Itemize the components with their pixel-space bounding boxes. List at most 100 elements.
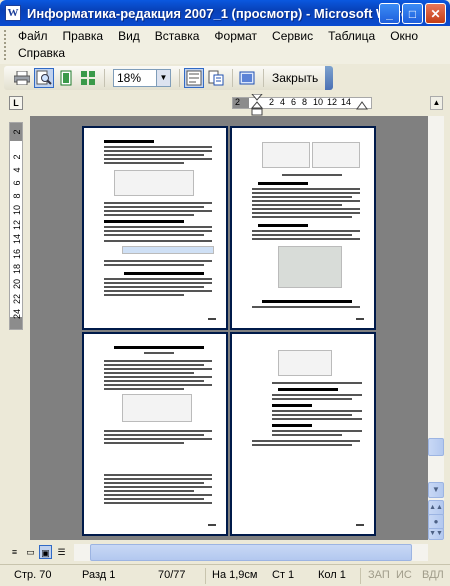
page-number-mark	[208, 524, 216, 526]
normal-view-button[interactable]: ≡	[8, 545, 21, 559]
ruler-number: 4	[280, 97, 286, 107]
status-position: На 1,9см	[212, 569, 258, 581]
status-record-macro[interactable]: ЗАП	[368, 569, 390, 581]
preview-page-2[interactable]	[230, 126, 376, 330]
ruler-number: 12	[327, 97, 338, 107]
next-page-button[interactable]: ▼▼	[428, 528, 444, 540]
preview-page-4[interactable]	[230, 332, 376, 536]
image-placeholder	[312, 142, 360, 168]
ruler-number: 16	[12, 249, 22, 260]
ruler-number: 14	[341, 97, 352, 107]
status-track-changes[interactable]: ИС	[396, 569, 412, 581]
menu-insert[interactable]: Вставка	[155, 29, 200, 43]
image-placeholder	[114, 170, 194, 196]
title-bar[interactable]: W Информатика-редакция 2007_1 (просмотр)…	[0, 0, 450, 26]
ruler-number: 10	[313, 97, 324, 107]
menu-edit[interactable]: Правка	[63, 29, 104, 43]
ruler-number: 2	[12, 129, 22, 135]
status-page-of: 70/77	[158, 569, 186, 581]
ruler-row: L 2 2 4 6 8 10 12 14 ▲	[0, 92, 450, 116]
ruler-number: 18	[12, 264, 22, 275]
menu-file[interactable]: Файл	[18, 29, 48, 43]
status-page: Стр. 70	[14, 569, 52, 581]
status-extend[interactable]: ВДЛ	[422, 569, 444, 581]
ruler-number: 10	[12, 205, 22, 216]
ruler-number: 2	[12, 154, 22, 160]
toolbar-separator	[104, 69, 105, 87]
one-page-button[interactable]	[56, 68, 76, 88]
preview-page-3[interactable]	[82, 332, 228, 536]
ruler-number: 24	[12, 309, 22, 320]
status-section: Разд 1	[82, 569, 116, 581]
print-preview-toolbar: 18% ▼ Закрыть	[4, 66, 332, 90]
ruler-number: 8	[302, 97, 308, 107]
page-number-mark	[356, 524, 364, 526]
image-placeholder	[262, 142, 310, 168]
maximize-button[interactable]: □	[402, 3, 423, 24]
shrink-to-fit-button[interactable]	[206, 68, 226, 88]
horizontal-scroll-thumb[interactable]	[90, 544, 412, 561]
vertical-ruler[interactable]: 2 2 4 6 8 10 12 14 16 18 20 22 24	[9, 122, 23, 330]
close-window-button[interactable]: ✕	[425, 3, 446, 24]
zoom-value: 18%	[117, 71, 142, 85]
menu-tools[interactable]: Сервис	[272, 29, 313, 43]
menu-grip[interactable]	[4, 30, 7, 60]
status-column: Кол 1	[318, 569, 346, 581]
vertical-scroll-thumb[interactable]	[428, 438, 444, 456]
zoom-combobox[interactable]: 18% ▼	[113, 69, 171, 87]
print-layout-view-button[interactable]: ▣	[39, 545, 52, 559]
word-app-icon[interactable]: W	[5, 5, 21, 21]
page-number-mark	[208, 318, 216, 320]
status-line: Ст 1	[272, 569, 295, 581]
ruler-number: 22	[12, 294, 22, 305]
image-placeholder	[278, 350, 332, 376]
web-layout-view-button[interactable]: ▭	[24, 545, 37, 559]
preview-page-1[interactable]	[82, 126, 228, 330]
print-button[interactable]	[12, 68, 32, 88]
ruler-number: 4	[12, 167, 22, 173]
magnifier-icon	[36, 70, 52, 85]
chevron-down-icon[interactable]: ▼	[156, 70, 170, 86]
printer-icon	[14, 71, 30, 85]
window-title: Информатика-редакция 2007_1 (просмотр) -…	[27, 5, 410, 21]
menu-bar: Файл Правка Вид Вставка Формат Сервис Та…	[0, 26, 450, 64]
ruler-icon	[186, 70, 202, 86]
shrink-to-fit-icon	[208, 70, 224, 86]
multiple-pages-button[interactable]	[78, 68, 98, 88]
menu-format[interactable]: Формат	[214, 29, 257, 43]
multiple-pages-icon	[81, 71, 95, 85]
indent-marker-icon[interactable]	[251, 94, 263, 118]
menu-table[interactable]: Таблица	[328, 29, 375, 43]
scroll-up-arrow[interactable]: ▲	[430, 96, 443, 110]
page-number-mark	[356, 318, 364, 320]
menu-view[interactable]: Вид	[118, 29, 140, 43]
image-placeholder	[122, 246, 214, 254]
toolbar-options-chevron[interactable]	[325, 66, 333, 90]
tab-selector[interactable]: L	[9, 96, 23, 110]
minimize-button[interactable]: _	[379, 3, 400, 24]
ruler-number: 6	[291, 97, 297, 107]
ruler-number: 8	[12, 193, 22, 199]
horizontal-scrollbar[interactable]	[74, 544, 428, 561]
vertical-scrollbar[interactable]: ▼ ▲▲ ● ▼▼	[428, 116, 444, 540]
magnifier-button[interactable]	[34, 68, 54, 88]
right-indent-marker-icon[interactable]	[356, 100, 368, 110]
ruler-number: 20	[12, 279, 22, 290]
full-screen-button[interactable]	[237, 68, 257, 88]
ruler-number: 14	[12, 234, 22, 245]
close-preview-button[interactable]: Закрыть	[268, 71, 322, 85]
status-bar: Стр. 70 Разд 1 70/77 На 1,9см Ст 1 Кол 1…	[0, 564, 450, 586]
document-preview-area[interactable]	[30, 116, 428, 540]
scroll-down-button[interactable]: ▼	[428, 482, 444, 498]
menu-help[interactable]: Справка	[18, 46, 65, 60]
ruler-number: 2	[235, 97, 241, 107]
toolbar-separator	[232, 69, 233, 87]
image-placeholder	[278, 246, 342, 288]
horizontal-scroll-row: ≡ ▭ ▣ ☰	[0, 544, 450, 562]
outline-view-button[interactable]: ☰	[55, 545, 68, 559]
ruler-number: 12	[12, 220, 22, 231]
view-ruler-button[interactable]	[184, 68, 204, 88]
image-placeholder	[122, 394, 192, 422]
menu-window[interactable]: Окно	[390, 29, 418, 43]
ruler-number: 2	[269, 97, 275, 107]
